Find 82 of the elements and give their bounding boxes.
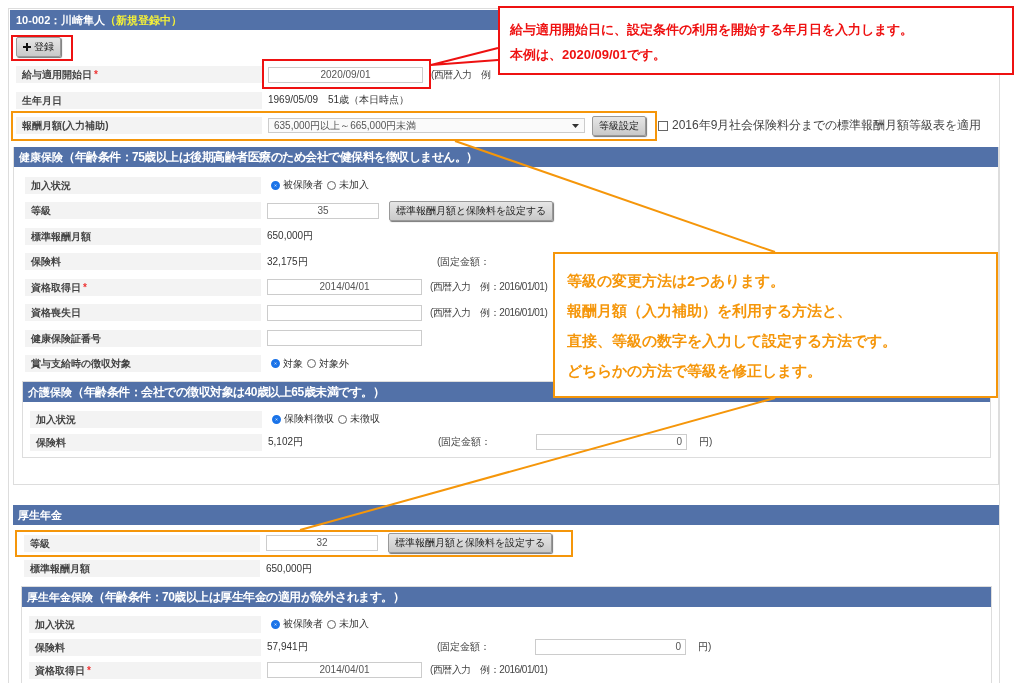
input-field[interactable]: 2014/04/01: [267, 279, 422, 296]
highlight-frame: [11, 35, 73, 61]
radio-button[interactable]: [307, 359, 316, 369]
callout-text: 直接、等級の数字を入力して設定する方法です。: [567, 332, 898, 351]
field-value: 650,000円: [266, 561, 313, 576]
radio-label[interactable]: 被保険者: [283, 617, 323, 631]
field-label: 保険料: [30, 433, 262, 451]
required-mark: *: [83, 281, 87, 293]
field-value: 650,000円: [267, 229, 314, 244]
callout-text: 等級の変更方法は2つあります。: [567, 272, 787, 291]
field-label: 賞与支給時の徴収対象: [25, 355, 261, 373]
field-label: 健康保険証番号: [25, 329, 261, 347]
plus-icon: [23, 43, 31, 51]
field-label: 資格取得日 *: [29, 661, 261, 679]
checkbox[interactable]: [658, 120, 668, 131]
field-label: 標準報酬月額: [24, 560, 260, 578]
subsection-header: 厚生年金保険（年齢条件：70歳以上は厚生年金の適用が除外されます。）: [22, 586, 991, 607]
grade-setting-button[interactable]: 等級設定: [592, 115, 646, 136]
set-amount-button[interactable]: 標準報酬月額と保険料を設定する: [388, 533, 552, 554]
callout-text: 給与適用開始日に、設定条件の利用を開始する年月日を入力します。: [510, 21, 914, 39]
set-amount-button[interactable]: 標準報酬月額と保険料を設定する: [389, 200, 553, 221]
field-label: 保険料: [29, 638, 261, 656]
field-label: 報酬月額(入力補助): [16, 117, 262, 135]
field-label: 標準報酬月額: [25, 227, 261, 245]
fixed-amount-label: (固定金額：: [438, 435, 493, 449]
fixed-amount-label: (固定金額：: [437, 640, 492, 654]
fee-value: 5,102円: [268, 435, 305, 449]
input-field[interactable]: 2020/09/01: [268, 66, 423, 83]
field-label: 生年月日: [16, 91, 262, 109]
callout-text: 本例は、2020/09/01です。: [510, 46, 668, 64]
radio-label[interactable]: 保険料徴収: [284, 412, 334, 426]
grade-input[interactable]: 35: [267, 202, 379, 219]
radio-label[interactable]: 未加入: [339, 617, 369, 631]
required-mark: *: [94, 69, 98, 81]
field-label: 資格取得日 *: [25, 278, 261, 296]
input-hint: (西暦入力 例：2016/01/01): [430, 305, 548, 320]
field-label: 加入状況: [29, 615, 261, 633]
field-value: 1969/05/09 51歳（本日時点）: [268, 93, 410, 108]
radio-button[interactable]: [338, 414, 347, 424]
caret-icon: [572, 123, 579, 128]
radio-button[interactable]: [271, 359, 280, 369]
radio-button[interactable]: [271, 180, 280, 190]
field-label: 保険料: [25, 253, 261, 271]
input-field[interactable]: [267, 330, 422, 347]
radio-label[interactable]: 未加入: [339, 178, 369, 193]
section-header: 厚生年金: [13, 504, 999, 525]
radio-label[interactable]: 被保険者: [283, 178, 323, 193]
section-header: 健康保険（年齢条件：75歳以上は後期高齢者医療のため会社で健保料を徴収しません。）: [14, 146, 998, 167]
register-button[interactable]: 登録: [16, 37, 61, 57]
field-label: 給与適用開始日 *: [16, 66, 262, 84]
callout-text: 報酬月額（入力補助）を利用する方法と、: [567, 302, 853, 321]
input-hint: (西暦入力 例：2016/01/01): [430, 663, 548, 677]
input-field[interactable]: [267, 304, 422, 321]
unit-label: 円): [698, 640, 712, 654]
input-hint: (西暦入力 例: [431, 67, 491, 82]
radio-label[interactable]: 対象: [283, 356, 303, 371]
field-label: 等級: [24, 534, 260, 552]
unit-label: 円): [699, 435, 713, 449]
amount-dropdown[interactable]: 635,000円以上～665,000円未満: [268, 118, 585, 134]
radio-button[interactable]: [271, 619, 280, 629]
field-label: 資格喪失日: [25, 304, 261, 322]
radio-button[interactable]: [327, 619, 336, 629]
radio-label[interactable]: 対象外: [319, 356, 349, 371]
input-field[interactable]: 2014/04/01: [267, 662, 422, 678]
status-label: （新規登録中）: [105, 14, 183, 26]
input-hint: (西暦入力 例：2016/01/01): [430, 280, 548, 295]
field-label: 加入状況: [25, 176, 261, 194]
fixed-amount-input[interactable]: 0: [535, 639, 686, 655]
employee-title: 10-002：川崎隼人: [16, 14, 106, 26]
radio-button[interactable]: [272, 414, 281, 424]
field-label: 加入状況: [30, 410, 262, 428]
callout-text: どちらかの方法で等級を修正します。: [567, 362, 823, 381]
fee-value: 57,941円: [267, 640, 309, 654]
field-label: 等級: [25, 202, 261, 220]
fixed-amount-label: (固定金額：: [437, 254, 492, 269]
checkbox-label[interactable]: 2016年9月社会保険料分までの標準報酬月額等級表を適用: [672, 117, 982, 135]
radio-button[interactable]: [327, 180, 336, 190]
fee-value: 32,175円: [267, 254, 309, 269]
grade-input[interactable]: 32: [266, 535, 378, 552]
fixed-amount-input[interactable]: 0: [536, 434, 687, 450]
required-mark: *: [87, 664, 91, 676]
radio-label[interactable]: 未徴収: [350, 412, 380, 426]
